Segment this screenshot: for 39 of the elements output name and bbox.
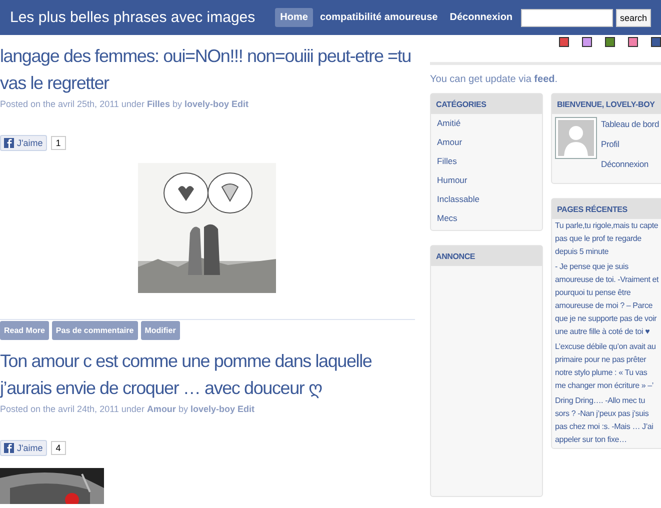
panel-title: ANNONCE — [431, 246, 542, 266]
category-link[interactable]: Humour — [431, 171, 542, 190]
f-logo-icon — [4, 138, 14, 148]
account-link[interactable]: Profil — [601, 137, 659, 157]
avatar-icon — [555, 117, 597, 159]
search-button[interactable]: search — [616, 8, 651, 26]
category-link[interactable]: Inclassable — [431, 190, 542, 209]
nav-link[interactable]: compatibilité amoureuse — [314, 8, 443, 27]
color-swatch[interactable] — [559, 37, 569, 47]
color-swatch[interactable] — [605, 37, 615, 47]
panel-title: BIENVENUE, LOVELY-BOY — [552, 94, 661, 114]
color-swatch[interactable] — [628, 37, 638, 47]
like-button[interactable]: J'aime — [0, 440, 47, 456]
category-link[interactable]: Filles — [431, 152, 542, 171]
recent-page-link[interactable]: Dring Dring…. -Allo mec tu sors ? -Nan j’peux pas j’suis pas chez moi :s. -Mais … J’ai appeler sur ton fixe… — [552, 394, 661, 448]
feed-note: You can get update via feed. — [430, 74, 559, 85]
category-link[interactable]: Amitié — [431, 114, 542, 133]
post-meta: Posted on the avril 25th, 2011 under Filles by lovely-boy Edit — [0, 99, 250, 109]
site-title[interactable]: Les plus belles phrases avec images — [10, 9, 256, 26]
account-link[interactable]: Déconnexion — [601, 157, 659, 177]
post-meta: Posted on the avril 24th, 2011 under Amour by lovely-boy Edit — [0, 404, 256, 414]
category-link[interactable]: Amour — [431, 133, 542, 152]
recent-page-link[interactable]: L’excuse débile qu’on avait au primaire pour ne pas prêter notre stylo plume : « Tu vas me changer mon écriture » –’ — [552, 340, 661, 394]
panel-title: CATÉGORIES — [431, 94, 542, 114]
post-title[interactable]: langage des femmes: oui=NOn!!! non=ouiii peut-etre =tu vas le regretter — [0, 43, 415, 97]
panel-title: PAGES RÉCENTES — [552, 199, 661, 219]
f-logo-icon — [4, 443, 14, 453]
color-swatch[interactable] — [582, 37, 592, 47]
category-link[interactable]: Mecs — [431, 209, 542, 228]
recent-page-link[interactable]: Tu parle,tu rigole,mais tu capte pas que le prof te regarde depuis 5 minute — [552, 219, 661, 260]
color-swatch[interactable] — [651, 37, 661, 47]
recent-page-link[interactable]: - Je pense que je suis amoureuse de toi. -Vraiment et pourquoi tu pense être amoureuse de moi ? – Parce que je ne supporte pas de voir une autre fille à coté de toi ♥ — [552, 260, 661, 340]
nav-link[interactable]: Home — [275, 8, 313, 27]
search-field[interactable] — [520, 8, 613, 26]
like-count: 1 — [50, 136, 66, 150]
like-button[interactable]: J'aime — [0, 135, 47, 151]
like-count: 4 — [50, 441, 66, 455]
account-link[interactable]: Tableau de bord — [601, 117, 659, 137]
nav-link[interactable]: Déconnexion — [444, 8, 518, 27]
